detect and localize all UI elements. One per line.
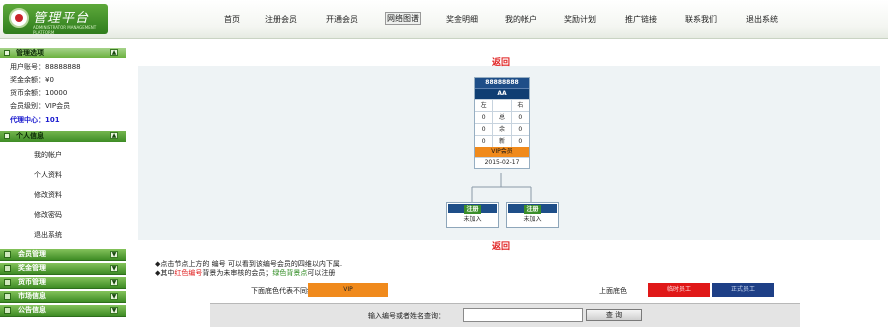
tree-connector-lines: [471, 173, 532, 202]
child-node-header: 注册: [507, 203, 558, 214]
child-node-status: 未加入: [463, 216, 482, 223]
note-text: 背景为未审核的会员；: [202, 269, 273, 277]
note-text: 可以注册: [307, 269, 336, 277]
note-green-text: 绿色背景点: [272, 269, 308, 277]
legend-temp-box: 临时员工: [648, 283, 710, 297]
search-button[interactable]: 查 询: [586, 309, 642, 321]
search-label: 输入编号或者姓名查询：: [368, 312, 445, 320]
back-link-bottom[interactable]: 返回: [492, 239, 510, 252]
legend-vip-box: VIP: [308, 283, 388, 297]
child-node-status: 未加入: [523, 216, 542, 223]
legend-formal-box: 正式员工: [712, 283, 774, 297]
note-red-text: 红色编号: [174, 269, 203, 277]
child-node-right[interactable]: 注册 未加入: [506, 202, 559, 228]
search-input[interactable]: [463, 308, 583, 322]
child-node-left[interactable]: 注册 未加入: [446, 202, 499, 228]
color-legend: 下面底色代表不同级别 VIP 上面底色 临时员工 正式员工: [225, 281, 785, 299]
legend-status-label: 上面底色: [599, 287, 627, 295]
register-badge[interactable]: 注册: [524, 205, 541, 214]
child-node-header: 注册: [447, 203, 498, 214]
search-bar: 输入编号或者姓名查询： 查 询: [210, 303, 800, 327]
register-badge[interactable]: 注册: [464, 205, 481, 214]
help-note-2: ◆其中红色编号背景为未审核的会员；绿色背景点可以注册: [155, 268, 335, 278]
note-text: ◆其中: [155, 269, 175, 277]
